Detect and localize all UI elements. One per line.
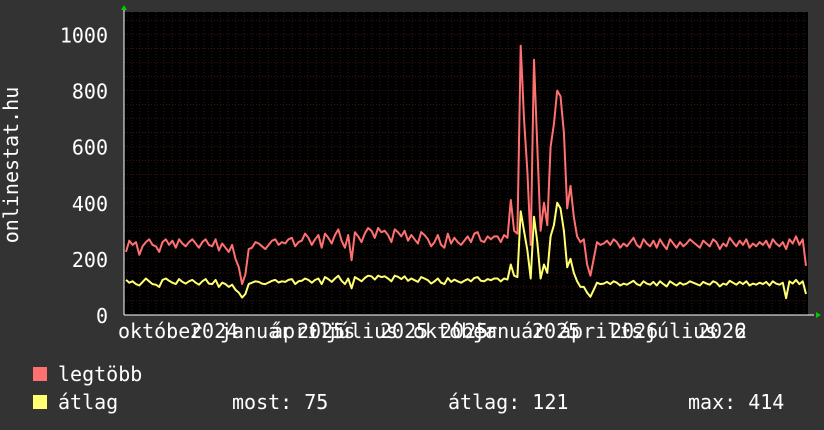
x-tick-label: 2 (735, 319, 747, 343)
x-axis-arrow-icon (816, 312, 821, 318)
y-tick-label: 1000 (60, 23, 108, 47)
legend-swatch-avg (33, 395, 47, 409)
y-tick-label: 200 (72, 248, 108, 272)
plot-area (124, 12, 808, 315)
y-tick-label: 600 (72, 136, 108, 160)
stat-average: átlag: 121 (448, 390, 569, 414)
y-tick-label: 800 (72, 80, 108, 104)
y-axis-label: onlinestat.hu (0, 87, 23, 244)
legend-label-avg: átlag (58, 390, 119, 414)
stat-max: max: 414 (688, 390, 785, 414)
y-tick-label: 0 (96, 304, 108, 328)
stat-current: most: 75 (232, 390, 329, 414)
legend-swatch-max (33, 367, 47, 381)
legend-label-max: legtöbb (58, 362, 143, 386)
y-tick-label: 400 (72, 192, 108, 216)
y-axis-arrow-icon (121, 5, 127, 10)
